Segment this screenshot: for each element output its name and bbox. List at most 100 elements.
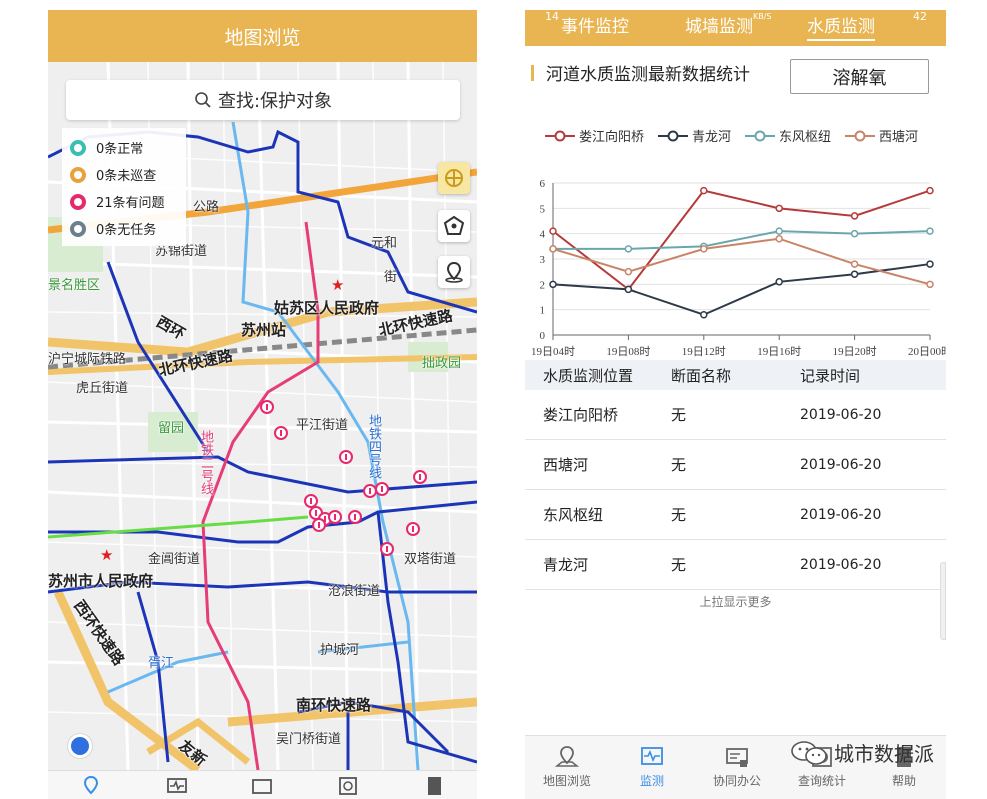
header-location: 水质监测位置 xyxy=(543,366,634,385)
tab-monitor[interactable] xyxy=(164,775,190,797)
cell-location: 西塘河 xyxy=(543,456,589,474)
x-tick-label: 19日12时 xyxy=(682,345,726,358)
crosshair-globe-icon xyxy=(445,169,463,187)
screenshot-stage: 地图浏览 公路 苏锦街道 元和 街 景名胜区 姑苏区人民政府 苏州站 北环快速路… xyxy=(0,0,987,799)
map-search-bar[interactable]: 查找: 保护对象 xyxy=(66,80,460,120)
map-label: 胥江 xyxy=(148,656,175,671)
map-label-rail: 沪宁城际铁路 xyxy=(48,352,127,367)
legend-item-normal[interactable]: 0条正常 xyxy=(70,134,178,161)
tab-map[interactable] xyxy=(78,775,104,797)
legend-series-3[interactable]: 西塘河 xyxy=(845,126,918,145)
series-line-1 xyxy=(552,263,931,316)
map-title: 地图浏览 xyxy=(224,26,301,49)
table-row[interactable]: 东风枢纽 无 2019-06-20 xyxy=(525,490,946,540)
legend-line-icon xyxy=(745,130,776,141)
y-tick-label: 5 xyxy=(540,203,546,215)
issue-pin[interactable] xyxy=(260,400,274,414)
table-row[interactable]: 青龙河 无 2019-06-20 xyxy=(525,540,946,590)
legend-item-uninspected[interactable]: 0条未巡查 xyxy=(70,161,178,188)
x-tick-label: 19日20时 xyxy=(833,345,877,358)
map-label: 双塔街道 xyxy=(404,552,457,567)
issue-pin[interactable] xyxy=(328,510,342,524)
tab-help[interactable] xyxy=(421,775,447,797)
map-label: 护城河 xyxy=(320,643,360,658)
chart-legend: 娄江向阳桥 青龙河 东风枢纽 西塘河 xyxy=(545,126,940,145)
legend-series-0[interactable]: 娄江向阳桥 xyxy=(545,126,644,145)
wechat-watermark: 城市数据派 xyxy=(790,738,934,767)
map-pin-icon xyxy=(83,775,98,795)
data-point xyxy=(926,280,934,289)
table-row[interactable]: 西塘河 无 2019-06-20 xyxy=(525,440,946,490)
polygon-icon xyxy=(443,215,465,235)
x-tick-label: 20日00时 xyxy=(908,345,946,358)
data-point xyxy=(549,280,557,289)
issue-pin[interactable] xyxy=(375,482,389,496)
legend-series-2[interactable]: 东风枢纽 xyxy=(745,126,831,145)
watermark-text: 城市数据派 xyxy=(834,742,934,766)
help-book-icon xyxy=(428,777,442,795)
issue-pin[interactable] xyxy=(339,450,353,464)
series-line-3 xyxy=(552,237,931,286)
cell-section: 无 xyxy=(671,406,687,424)
data-point xyxy=(850,260,859,268)
x-tick-label: 19日08时 xyxy=(606,345,650,358)
tab-event-monitor[interactable]: 事件监控 xyxy=(561,12,629,37)
problem-status-icon xyxy=(70,193,86,210)
tab-office[interactable] xyxy=(249,775,275,797)
legend-series-label: 娄江向阳桥 xyxy=(579,130,645,145)
cell-time: 2019-06-20 xyxy=(800,406,882,423)
map-label-metro: 地铁四号线 xyxy=(366,414,381,479)
load-more-hint[interactable]: 上拉显示更多 xyxy=(525,593,946,610)
tab-city-wall-monitor[interactable]: 城墙监测 xyxy=(685,12,753,37)
data-point xyxy=(624,267,633,276)
issue-pin[interactable] xyxy=(406,522,420,536)
location-pin-icon xyxy=(445,261,463,283)
tab-map-browse[interactable]: 地图浏览 xyxy=(532,744,602,789)
legend-series-label: 东风枢纽 xyxy=(779,130,832,145)
locate-target-button[interactable] xyxy=(438,256,470,288)
no-task-status-icon xyxy=(70,220,86,237)
data-point xyxy=(549,245,557,253)
legend-item-problem[interactable]: 21条有问题 xyxy=(70,188,178,215)
map-label: 元和 xyxy=(371,236,398,251)
issue-pin[interactable] xyxy=(312,518,326,532)
data-point xyxy=(850,229,859,238)
star-icon: ★ xyxy=(100,546,114,564)
data-point xyxy=(624,245,633,253)
map-label: 公路 xyxy=(193,200,220,215)
table-row[interactable]: 娄江向阳桥 无 2019-06-20 xyxy=(525,390,946,440)
cell-section: 无 xyxy=(671,456,687,474)
map-label: 景名胜区 xyxy=(48,278,101,293)
data-point xyxy=(775,204,783,213)
issue-pin[interactable] xyxy=(274,426,288,440)
legend-series-1[interactable]: 青龙河 xyxy=(658,126,731,145)
map-label: 沧浪街道 xyxy=(328,584,381,599)
issue-pin[interactable] xyxy=(348,510,362,524)
issue-pin[interactable] xyxy=(413,470,427,484)
indicator-value: 溶解氧 xyxy=(832,67,887,89)
cell-time: 2019-06-20 xyxy=(800,456,882,473)
issue-pin[interactable] xyxy=(380,542,394,556)
cell-location: 青龙河 xyxy=(543,556,589,574)
tab-stats[interactable] xyxy=(335,775,361,797)
search-placeholder: 保护对象 xyxy=(260,91,333,112)
scroll-handle[interactable] xyxy=(940,562,946,640)
uninspected-status-icon xyxy=(70,166,86,183)
legend-item-no-task[interactable]: 0条无任务 xyxy=(70,215,178,242)
indicator-select[interactable]: 溶解氧 xyxy=(790,59,929,94)
layer-toggle-button[interactable] xyxy=(438,162,470,194)
cell-location: 东风枢纽 xyxy=(543,506,604,524)
data-point xyxy=(549,227,557,235)
map-label-road: 南环快速路 xyxy=(296,696,372,714)
current-location-button[interactable] xyxy=(68,734,92,758)
area-select-button[interactable] xyxy=(438,210,470,242)
tab-collab-office[interactable]: 协同办公 xyxy=(702,744,772,789)
tab-water-quality[interactable]: 水质监测 xyxy=(807,12,875,41)
map-screen: 地图浏览 公路 苏锦街道 元和 街 景名胜区 姑苏区人民政府 苏州站 北环快速路… xyxy=(48,10,477,799)
tab-monitoring[interactable]: 监测 xyxy=(617,744,687,789)
y-tick-label: 0 xyxy=(540,330,546,342)
map-label: 吴门桥街道 xyxy=(276,732,342,747)
search-prefix: 查找: xyxy=(217,91,261,112)
x-tick-label: 19日16时 xyxy=(757,345,801,358)
status-time: 14 xyxy=(545,10,559,23)
